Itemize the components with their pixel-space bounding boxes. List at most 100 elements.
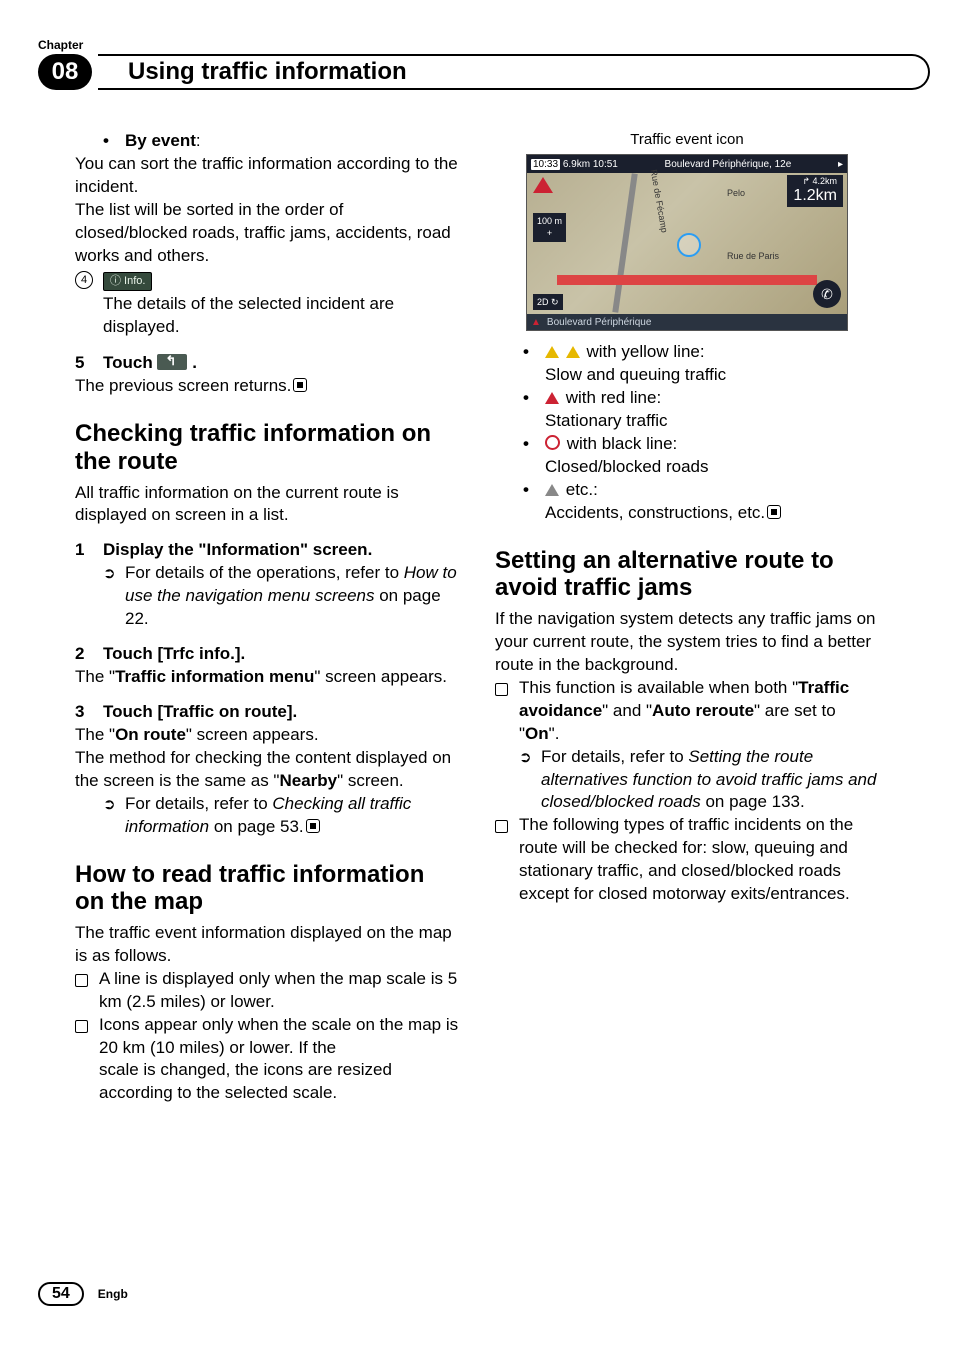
nav-map-screenshot: 10:33 6.9km 10:51 Boulevard Périphérique… — [526, 154, 848, 331]
read-note-1-text: A line is displayed only when the map sc… — [99, 968, 459, 1014]
map-eta: 10:51 — [593, 159, 618, 170]
section-alt-route-title: Setting an alternative route to avoid tr… — [495, 547, 879, 602]
by-event-colon: : — [196, 131, 201, 150]
note-box-icon — [75, 974, 88, 987]
map-scale: 100 m + — [533, 213, 566, 241]
alt-note-2-text: The following types of traffic incidents… — [519, 814, 879, 906]
map-position-icon — [677, 233, 701, 257]
section-checking-route-intro: All traffic information on the current r… — [75, 482, 459, 528]
alt-hint-b: on page 133. — [701, 792, 805, 811]
circle-red-icon — [545, 435, 560, 450]
step-5-label: Touch — [103, 353, 157, 372]
info-desc: The details of the selected incident are… — [103, 293, 459, 339]
page-footer: 54 Engb — [38, 1282, 128, 1306]
map-dist-top: 6.9km — [563, 159, 590, 170]
step-2-result: The "Traffic information menu" screen ap… — [75, 666, 459, 689]
by-event-desc1: You can sort the traffic information acc… — [75, 153, 459, 199]
step-3-num: 3 — [75, 701, 103, 724]
traffic-warning-icon: ▲ — [531, 316, 541, 330]
note-box-icon — [495, 820, 508, 833]
map-street-bottom: Boulevard Périphérique — [547, 316, 652, 330]
step-1-hint: For details of the operations, refer to … — [103, 562, 459, 631]
step-3-hint: For details, refer to Checking all traff… — [103, 793, 459, 839]
by-event-bullet: • By event: — [103, 130, 459, 153]
note-box-icon — [75, 1020, 88, 1033]
by-event-label: By event — [125, 131, 196, 150]
legend-red-b: Stationary traffic — [545, 411, 668, 430]
step-5: 5 Touch . — [75, 352, 459, 375]
bullet-dot-icon: • — [523, 341, 545, 387]
step-2-label: Touch [Trfc info.]. — [103, 643, 459, 666]
section-alt-route-intro: If the navigation system detects any tra… — [495, 608, 879, 677]
chapter-title: Using traffic information — [98, 54, 930, 90]
language-code: Engb — [98, 1287, 128, 1301]
read-note-2-text: Icons appear only when the scale on the … — [99, 1014, 459, 1060]
bullet-dot-icon: • — [523, 479, 545, 525]
alt-note-1: This function is available when both "Tr… — [495, 677, 879, 746]
step-3-result1: The "On route" screen appears. — [75, 724, 459, 747]
map-distance-panel: ↱ 4.2km 1.2km — [787, 175, 843, 206]
alt-hint: For details, refer to Setting the route … — [519, 746, 879, 815]
bullet-dot-icon: • — [523, 433, 545, 479]
read-note-1: A line is displayed only when the map sc… — [75, 968, 459, 1014]
legend-etc-b: Accidents, constructions, etc. — [545, 503, 765, 522]
by-event-desc2: The list will be sorted in the order of … — [75, 199, 459, 268]
step-3-result2: The method for checking the content disp… — [75, 747, 459, 793]
section-read-map-title: How to read traffic information on the m… — [75, 861, 459, 916]
legend-yellow: • with yellow line: Slow and queuing tra… — [523, 341, 879, 387]
legend-red: • with red line: Stationary traffic — [523, 387, 879, 433]
step-1-num: 1 — [75, 539, 103, 562]
end-section-icon — [293, 378, 307, 392]
legend-black-a: with black line: — [567, 434, 678, 453]
alt-note-1-text: This function is available when both "Tr… — [519, 677, 879, 746]
hint-arrow-icon — [103, 562, 125, 631]
read-note-2-cont: scale is changed, the icons are resized … — [99, 1059, 459, 1105]
end-section-icon — [767, 505, 781, 519]
legend-etc-a: etc.: — [566, 480, 598, 499]
circled-4-icon: 4 — [75, 271, 93, 289]
chapter-label: Chapter — [38, 38, 83, 52]
map-road — [612, 174, 637, 313]
step-2-num: 2 — [75, 643, 103, 666]
step-1: 1 Display the "Information" screen. — [75, 539, 459, 562]
step-5-result: The previous screen returns. — [75, 375, 459, 398]
legend-etc: • etc.: Accidents, constructions, etc. — [523, 479, 879, 525]
triangle-yellow-icon — [545, 346, 559, 358]
map-top-bar: 10:33 6.9km 10:51 Boulevard Périphérique… — [527, 155, 847, 173]
step-1-label: Display the "Information" screen. — [103, 539, 459, 562]
triangle-grey-icon — [545, 484, 559, 496]
read-note-2: Icons appear only when the scale on the … — [75, 1014, 459, 1060]
map-compass: 2D ↻ — [533, 294, 563, 310]
map-bottom-bar: ▲ Boulevard Périphérique — [527, 314, 847, 330]
map-figure: Traffic event icon 10:33 6.9km 10:51 Bou… — [495, 130, 879, 331]
hint-arrow-icon — [103, 793, 125, 839]
back-icon-button[interactable] — [157, 354, 187, 370]
map-time: 10:33 — [531, 159, 560, 170]
step-3-label: Touch [Traffic on route]. — [103, 701, 459, 724]
triangle-red-icon — [545, 392, 559, 404]
traffic-warning-icon — [533, 177, 553, 193]
step-5-period: . — [192, 353, 197, 372]
alt-hint-a: For details, refer to — [541, 747, 688, 766]
content-columns: • By event: You can sort the traffic inf… — [75, 130, 879, 1232]
section-read-map-intro: The traffic event information displayed … — [75, 922, 459, 968]
step-3-hint-b: on page 53. — [209, 817, 304, 836]
chevron-right-icon: ▸ — [838, 158, 843, 172]
map-street-label: Rue de Paris — [727, 250, 779, 262]
info-button[interactable]: ⓘ Info. — [103, 272, 152, 291]
header-bar: 08 Using traffic information — [38, 54, 916, 90]
map-caption: Traffic event icon — [495, 130, 879, 150]
legend-black-b: Closed/blocked roads — [545, 457, 708, 476]
map-street-top: Boulevard Périphérique, 12e — [665, 158, 792, 172]
map-street-label: Rue de Fécamp — [647, 169, 670, 234]
hint-arrow-icon — [519, 746, 541, 815]
legend-black: • with black line: Closed/blocked roads — [523, 433, 879, 479]
triangle-yellow-icon — [566, 346, 580, 358]
note-box-icon — [495, 683, 508, 696]
bullet-dot-icon: • — [103, 130, 125, 153]
step-5-num: 5 — [75, 352, 103, 375]
legend-red-a: with red line: — [566, 388, 661, 407]
section-checking-route-title: Checking traffic information on the rout… — [75, 420, 459, 475]
map-traffic-line — [557, 275, 817, 285]
map-street-label: Pelo — [727, 187, 745, 199]
